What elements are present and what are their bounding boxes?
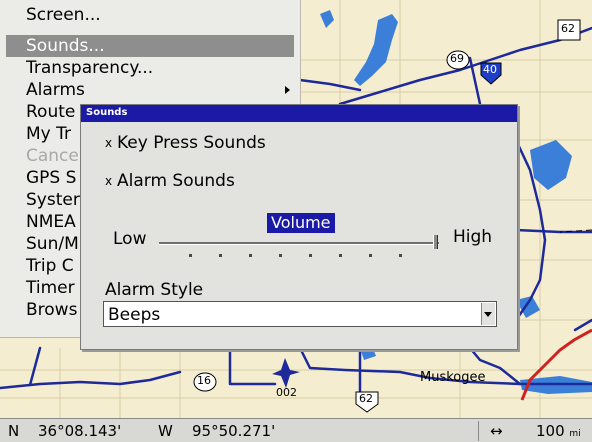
chevron-down-icon xyxy=(484,312,492,317)
volume-slider[interactable] xyxy=(159,242,439,245)
alarm-sounds-label: Alarm Sounds xyxy=(117,171,235,191)
city-label-muskogee[interactable]: Muskogee xyxy=(420,370,486,385)
submenu-arrow-icon xyxy=(285,86,290,94)
longitude-hemisphere: W xyxy=(158,422,173,440)
volume-low-label: Low xyxy=(113,229,147,249)
alarm-style-label: Alarm Style xyxy=(105,280,204,300)
zoom-scale-icon: ↔ xyxy=(490,422,503,440)
alarm-style-value: Beeps xyxy=(108,305,161,325)
slider-tick xyxy=(279,254,282,257)
menu-item-label: Transparency... xyxy=(26,58,154,78)
shield-62-bottom-label: 62 xyxy=(359,392,373,405)
latitude-value: 36°08.143' xyxy=(38,422,122,440)
shield-40-label: 40 xyxy=(483,63,497,76)
menu-item-label: Alarms xyxy=(26,80,85,100)
key-press-sounds-checkbox[interactable]: x Key Press Sounds xyxy=(103,133,266,153)
sounds-dialog: Sounds x Key Press Sounds x Alarm Sounds V… xyxy=(80,104,518,350)
alarm-style-dropdown[interactable]: Beeps xyxy=(103,301,497,327)
map-scale-value: 100 xyxy=(536,422,565,440)
menu-item-label: Trip C xyxy=(26,256,74,276)
volume-label: Volume xyxy=(267,213,335,233)
menu-item-label: Route xyxy=(26,102,76,122)
slider-tick xyxy=(219,254,222,257)
checkbox-checked-icon: x xyxy=(104,136,113,150)
menu-item-label: Cance xyxy=(26,146,79,166)
gps-screen: 69 40 62 16 62 002 Muskogee Screen... So… xyxy=(0,0,592,442)
status-bar: N 36°08.143' W 95°50.271' ↔ 100 mi xyxy=(0,418,592,442)
menu-item-label: My Tr xyxy=(26,124,72,144)
volume-high-label: High xyxy=(453,227,493,247)
menu-item-screen[interactable]: Screen... xyxy=(6,4,294,26)
slider-tick xyxy=(189,254,192,257)
menu-item-label: Sun/M xyxy=(26,234,79,254)
menu-item-label: GPS S xyxy=(26,168,77,188)
slider-tick xyxy=(399,254,402,257)
map-scale: 100 mi xyxy=(536,422,581,440)
key-press-sounds-label: Key Press Sounds xyxy=(117,133,266,153)
menu-item-label: Screen... xyxy=(26,5,101,25)
dialog-title: Sounds xyxy=(86,107,128,118)
slider-tick xyxy=(309,254,312,257)
volume-slider-thumb[interactable] xyxy=(433,235,438,249)
menu-item-label: Sounds... xyxy=(26,36,105,56)
shield-62-top-label: 62 xyxy=(561,22,575,35)
airport-icon xyxy=(272,358,300,388)
menu-item-label: Timer xyxy=(26,278,75,298)
longitude-value: 95°50.271' xyxy=(192,422,276,440)
slider-tick xyxy=(339,254,342,257)
slider-tick xyxy=(369,254,372,257)
shield-69-label: 69 xyxy=(450,52,464,65)
checkbox-checked-icon: x xyxy=(104,174,113,188)
menu-item-alarms[interactable]: Alarms xyxy=(6,79,294,101)
slider-tick xyxy=(249,254,252,257)
latitude-hemisphere: N xyxy=(8,422,20,440)
dropdown-arrow-button[interactable] xyxy=(481,303,495,325)
menu-item-label: NMEA xyxy=(26,212,76,232)
alarm-sounds-checkbox[interactable]: x Alarm Sounds xyxy=(103,171,235,191)
shield-16-label: 16 xyxy=(197,374,211,387)
dialog-title-bar: Sounds xyxy=(81,105,517,122)
menu-item-sounds[interactable]: Sounds... xyxy=(6,35,294,57)
menu-item-label: Syster xyxy=(26,190,80,210)
route-002-label: 002 xyxy=(276,386,297,399)
status-divider xyxy=(478,421,479,441)
map-scale-unit: mi xyxy=(569,429,581,439)
menu-item-label: Brows xyxy=(26,300,78,320)
menu-item-transparency[interactable]: Transparency... xyxy=(6,57,294,79)
